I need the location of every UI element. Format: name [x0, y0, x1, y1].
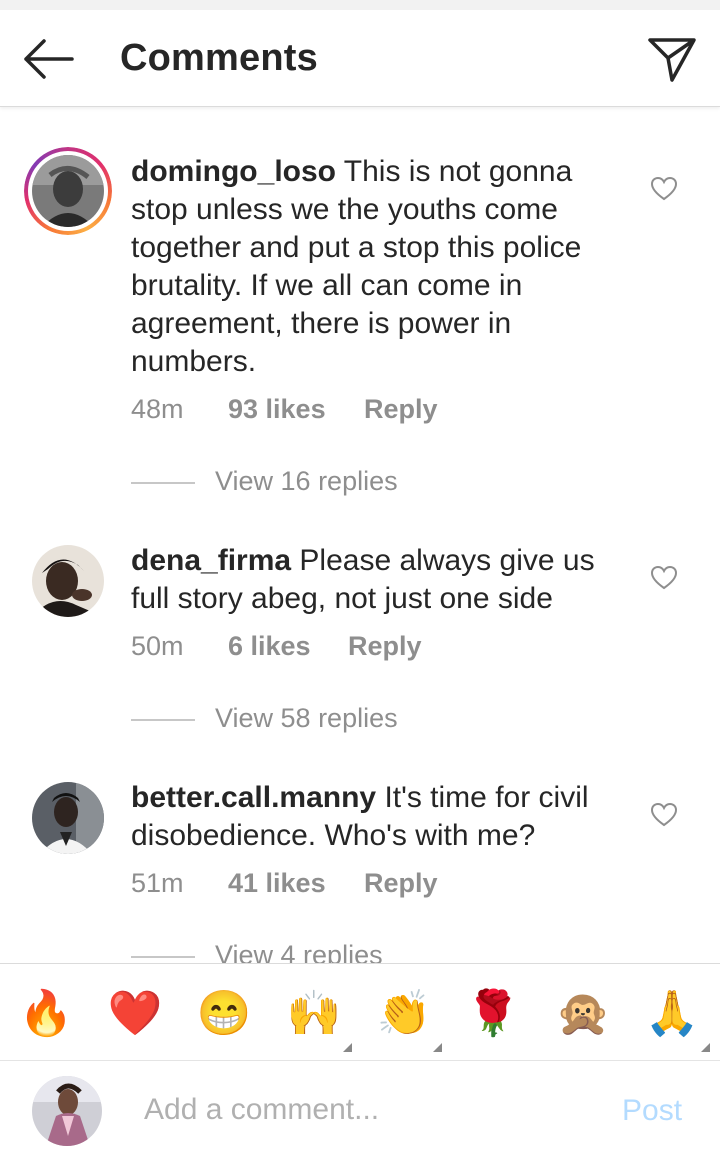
raising-hands-icon: 🙌	[286, 989, 342, 1038]
rose-icon: 🌹	[465, 989, 521, 1038]
profile-photo	[32, 545, 104, 617]
view-replies-button[interactable]: View 58 replies	[131, 703, 531, 737]
skin-tone-indicator	[701, 1043, 710, 1052]
profile-photo	[32, 782, 104, 854]
like-button[interactable]	[650, 175, 678, 203]
direct-message-button[interactable]	[644, 34, 700, 84]
arrow-left-icon	[24, 39, 74, 79]
comment-meta: 51m 41 likes Reply	[131, 868, 438, 899]
comment-username[interactable]: dena_firma	[131, 544, 291, 577]
comment-likes[interactable]: 6 likes	[228, 631, 348, 662]
view-replies-button[interactable]: View 4 replies	[131, 940, 531, 963]
comment-username[interactable]: better.call.manny	[131, 781, 376, 814]
back-button[interactable]	[18, 36, 76, 82]
page-title: Comments	[120, 37, 318, 79]
comment-username[interactable]: domingo_loso	[131, 155, 336, 188]
comment-body: dena_firma Please always give us full st…	[131, 542, 621, 618]
comment-text: This is not gonna stop unless we the you…	[131, 155, 582, 378]
comment-time: 48m	[131, 394, 184, 424]
comments-header: Comments	[0, 10, 720, 107]
post-button[interactable]: Post	[622, 1094, 682, 1128]
emoji-grin-button[interactable]: 😁	[194, 988, 254, 1044]
like-button[interactable]	[650, 801, 678, 829]
comment-meta: 48m 93 likes Reply	[131, 394, 438, 425]
view-replies-label: View 58 replies	[215, 703, 398, 733]
avatar[interactable]	[32, 782, 104, 854]
comment-composer: Post	[0, 1060, 720, 1155]
reply-button[interactable]: Reply	[364, 868, 438, 899]
emoji-rose-button[interactable]: 🌹	[463, 988, 523, 1044]
view-replies-button[interactable]: View 16 replies	[131, 466, 531, 500]
heart-icon	[650, 176, 678, 201]
emoji-pray-button[interactable]: 🙏	[642, 988, 710, 1052]
avatar[interactable]	[32, 545, 104, 617]
comment-meta: 50m 6 likes Reply	[131, 631, 422, 662]
heart-icon	[650, 802, 678, 827]
status-bar-strip	[0, 0, 720, 10]
emoji-heart-button[interactable]: ❤️	[105, 988, 165, 1044]
view-replies-label: View 16 replies	[215, 466, 398, 496]
emoji-fire-button[interactable]: 🔥	[16, 988, 76, 1044]
avatar-image	[32, 155, 104, 227]
heart-icon	[650, 565, 678, 590]
clapping-hands-icon: 👏	[376, 989, 432, 1038]
comment-time: 50m	[131, 631, 184, 661]
comment-likes[interactable]: 41 likes	[228, 868, 364, 899]
my-avatar	[32, 1076, 102, 1146]
comment-body: domingo_loso This is not gonna stop unle…	[131, 153, 621, 381]
folded-hands-icon: 🙏	[644, 989, 700, 1038]
skin-tone-indicator	[343, 1043, 352, 1052]
view-replies-label: View 4 replies	[215, 940, 383, 963]
like-button[interactable]	[650, 564, 678, 592]
profile-photo	[32, 1076, 102, 1146]
paper-plane-icon	[648, 38, 696, 82]
fire-icon: 🔥	[18, 989, 74, 1038]
speak-no-evil-monkey-icon: 🙊	[555, 989, 611, 1038]
emoji-monkey-button[interactable]: 🙊	[553, 988, 613, 1044]
heart-emoji-icon: ❤️	[107, 989, 163, 1038]
comment-likes[interactable]: 93 likes	[228, 394, 364, 425]
divider-line	[131, 482, 195, 484]
grinning-face-icon: 😁	[196, 989, 252, 1038]
profile-photo	[32, 155, 104, 227]
comments-list[interactable]: domingo_loso This is not gonna stop unle…	[0, 107, 720, 963]
reply-button[interactable]: Reply	[348, 631, 422, 662]
quick-emoji-bar: 🔥 ❤️ 😁 🙌 👏 🌹 🙊 🙏	[0, 963, 720, 1061]
comment-input[interactable]	[144, 1090, 584, 1130]
comment-body: better.call.manny It's time for civil di…	[131, 779, 621, 855]
emoji-raising-hands-button[interactable]: 🙌	[284, 988, 352, 1052]
divider-line	[131, 956, 195, 958]
emoji-clap-button[interactable]: 👏	[374, 988, 442, 1052]
comment-time: 51m	[131, 868, 184, 898]
divider-line	[131, 719, 195, 721]
avatar[interactable]	[24, 147, 112, 235]
reply-button[interactable]: Reply	[364, 394, 438, 425]
skin-tone-indicator	[433, 1043, 442, 1052]
